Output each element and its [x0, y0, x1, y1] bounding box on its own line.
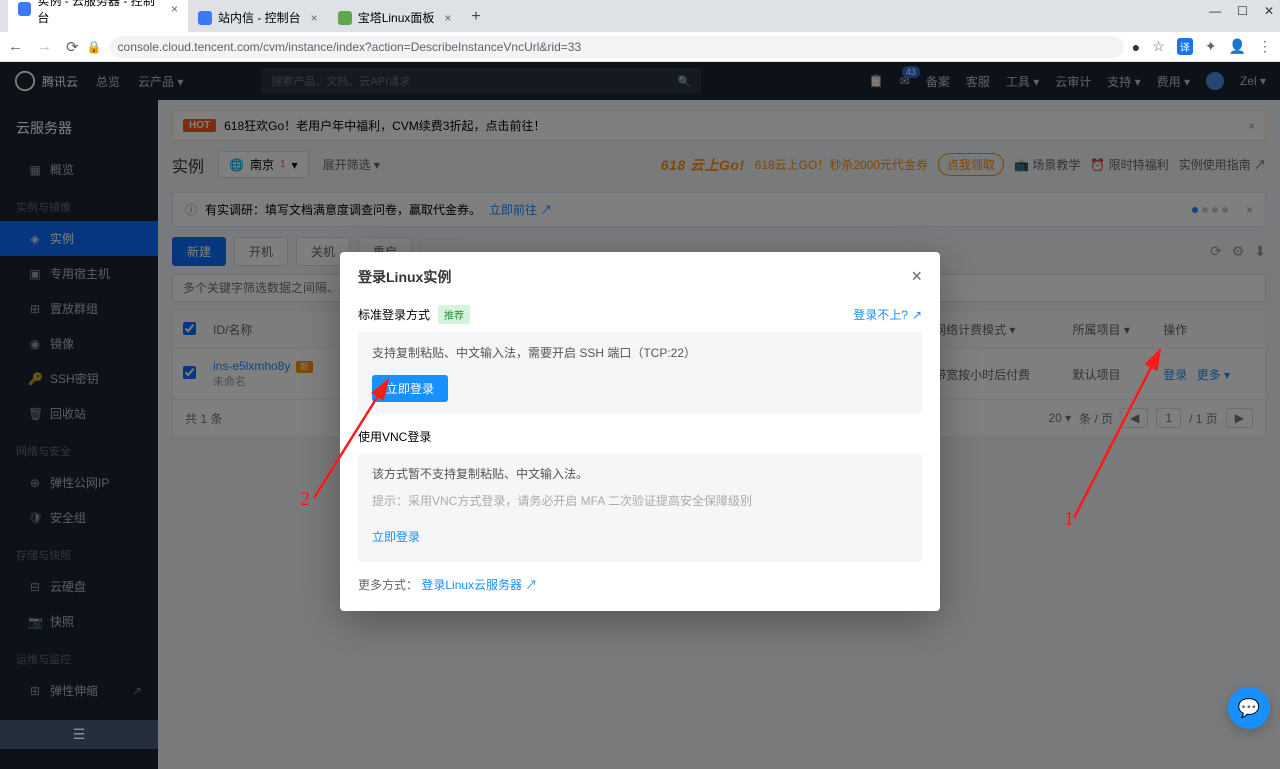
window-maximize-icon[interactable]: ☐	[1237, 4, 1248, 18]
address-bar: ← → ⟳ 🔒 ● ☆ 译 ✦ 👤 ⋮	[0, 32, 1280, 62]
new-tab-button[interactable]: +	[461, 2, 490, 32]
translate-icon[interactable]: 译	[1177, 38, 1193, 55]
browser-tab-1[interactable]: 实例 - 云服务器 - 控制台 ×	[8, 0, 188, 32]
tab-title: 宝塔Linux面板	[358, 9, 435, 26]
std-login-desc: 支持复制粘贴、中文输入法，需要开启 SSH 端口（TCP:22）	[372, 344, 908, 361]
browser-tab-3[interactable]: 宝塔Linux面板 ×	[328, 3, 462, 32]
profile-icon[interactable]: 👤	[1229, 38, 1246, 55]
window-minimize-icon[interactable]: —	[1209, 4, 1221, 18]
browser-tab-2[interactable]: 站内信 - 控制台 ×	[188, 3, 328, 32]
more-methods-link[interactable]: 登录Linux云服务器 ↗	[421, 578, 537, 592]
forward-icon[interactable]: →	[37, 38, 52, 55]
lock-icon[interactable]: 🔒	[87, 40, 102, 54]
sidebar-collapse-button[interactable]: ☰	[0, 720, 158, 749]
annotation-label-1: 1	[1064, 508, 1074, 531]
annotation-label-2: 2	[300, 488, 310, 511]
login-now-button[interactable]: 立即登录	[372, 375, 448, 402]
url-input[interactable]	[110, 36, 1124, 58]
close-icon[interactable]: ×	[911, 266, 922, 287]
more-methods-label: 更多方式：	[358, 578, 418, 592]
extensions-icon[interactable]: ✦	[1205, 38, 1217, 55]
menu-icon[interactable]: ⋮	[1258, 38, 1272, 55]
vnc-login-desc: 该方式暂不支持复制粘贴、中文输入法。	[372, 465, 908, 482]
vnc-login-title: 使用VNC登录	[358, 428, 431, 445]
tab-title: 实例 - 云服务器 - 控制台	[37, 0, 161, 26]
login-help-link[interactable]: 登录不上? ↗	[853, 306, 922, 323]
incognito-icon: ●	[1132, 39, 1140, 55]
std-login-title: 标准登录方式	[358, 306, 430, 323]
back-icon[interactable]: ←	[8, 38, 23, 55]
cloud-favicon	[198, 11, 212, 25]
reload-icon[interactable]: ⟳	[66, 38, 79, 56]
window-close-icon[interactable]: ✕	[1264, 4, 1274, 18]
vnc-login-tip: 提示：采用VNC方式登录，请务必开启 MFA 二次验证提高安全保障级别	[372, 492, 908, 509]
modal-title: 登录Linux实例	[358, 267, 451, 287]
cloud-favicon	[18, 2, 31, 16]
browser-tab-strip: 实例 - 云服务器 - 控制台 × 站内信 - 控制台 × 宝塔Linux面板 …	[0, 0, 1280, 32]
recommended-tag: 推荐	[438, 305, 470, 324]
tab-title: 站内信 - 控制台	[218, 9, 301, 26]
login-linux-modal: 登录Linux实例 × 标准登录方式 推荐 登录不上? ↗ 支持复制粘贴、中文输…	[340, 252, 940, 611]
chat-bubble-button[interactable]: 💬	[1228, 687, 1270, 729]
bt-favicon	[338, 11, 352, 25]
close-icon[interactable]: ×	[171, 2, 178, 16]
vnc-login-button[interactable]: 立即登录	[372, 523, 434, 550]
close-icon[interactable]: ×	[444, 11, 451, 25]
star-icon[interactable]: ☆	[1152, 38, 1165, 55]
close-icon[interactable]: ×	[311, 11, 318, 25]
